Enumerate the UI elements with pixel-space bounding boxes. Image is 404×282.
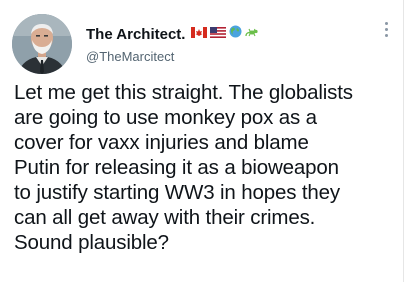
canada-flag-icon	[191, 25, 208, 43]
avatar-photo	[12, 14, 72, 74]
avatar[interactable]	[12, 14, 72, 74]
name-emojis	[191, 25, 259, 43]
tweet-text-line: to justify starting WW3 in hopes they	[14, 181, 341, 204]
tweet-card: The Architect. @TheMarcitect Let me get …	[0, 0, 404, 282]
author-handle[interactable]: @TheMarcitect	[86, 49, 373, 64]
tweet-header: The Architect. @TheMarcitect	[86, 24, 373, 64]
tweet-text-line: Let me get this straight. The globalists	[14, 81, 353, 104]
tweet-text-line: can all get away with their crimes.	[14, 206, 316, 229]
usa-flag-icon	[210, 25, 227, 43]
name-row: The Architect.	[86, 24, 373, 44]
tweet-text-line: cover for vaxx injuries and blame	[14, 131, 309, 154]
tweet-text-line: Sound plausible?	[14, 231, 169, 254]
globe-icon	[229, 25, 242, 43]
more-options-icon[interactable]	[383, 22, 389, 42]
tweet-text-line: are going to use monkey pox as a	[14, 106, 317, 129]
lizard-icon	[245, 25, 259, 43]
author-name[interactable]: The Architect.	[86, 26, 185, 43]
tweet-text: Let me get this straight. The globalists…	[14, 80, 400, 255]
tweet-text-line: Putin for releasing it as a bioweapon	[14, 156, 339, 179]
